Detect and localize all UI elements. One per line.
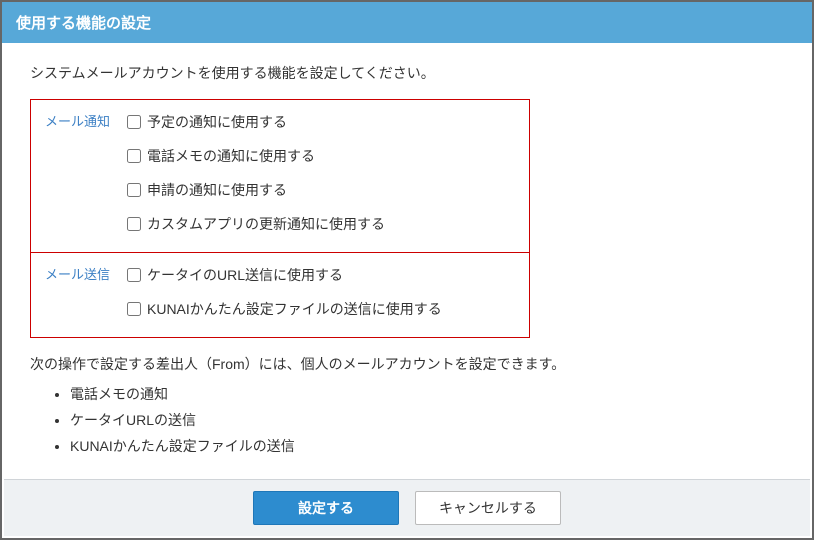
label-mail-notify: メール通知 [45,108,127,130]
panel-header: 使用する機能の設定 [2,2,812,43]
checkbox-keitai-url-send[interactable] [127,268,141,282]
panel-title: 使用する機能の設定 [16,15,151,32]
settings-box: メール通知 予定の通知に使用する 電話メモの通知に使用する 申請の通知に使用する [30,99,530,338]
option-kunai-file-send[interactable]: KUNAIかんたん設定ファイルの送信に使用する [127,299,517,319]
note-list: 電話メモの通知 ケータイURLの送信 KUNAIかんたん設定ファイルの送信 [70,384,784,456]
intro-text: システムメールアカウントを使用する機能を設定してください。 [30,63,784,83]
option-label: 予定の通知に使用する [147,112,287,132]
cancel-button[interactable]: キャンセルする [415,491,561,525]
option-label: 申請の通知に使用する [147,180,287,200]
option-custom-app-notify[interactable]: カスタムアプリの更新通知に使用する [127,214,517,234]
checkbox-phone-memo-notify[interactable] [127,149,141,163]
list-item: KUNAIかんたん設定ファイルの送信 [70,436,784,456]
settings-window: 使用する機能の設定 システムメールアカウントを使用する機能を設定してください。 … [0,0,814,540]
option-label: 電話メモの通知に使用する [147,146,315,166]
option-request-notify[interactable]: 申請の通知に使用する [127,180,517,200]
option-label: KUNAIかんたん設定ファイルの送信に使用する [147,299,442,319]
checkbox-custom-app-notify[interactable] [127,217,141,231]
checkbox-request-notify[interactable] [127,183,141,197]
list-item: ケータイURLの送信 [70,410,784,430]
note-text: 次の操作で設定する差出人（From）には、個人のメールアカウントを設定できます。 [30,354,784,374]
row-mail-notify: メール通知 予定の通知に使用する 電話メモの通知に使用する 申請の通知に使用する [31,100,529,252]
option-schedule-notify[interactable]: 予定の通知に使用する [127,112,517,132]
footer-bar: 設定する キャンセルする [4,479,810,536]
row-mail-send: メール送信 ケータイのURL送信に使用する KUNAIかんたん設定ファイルの送信… [31,252,529,337]
list-item: 電話メモの通知 [70,384,784,404]
options-mail-notify: 予定の通知に使用する 電話メモの通知に使用する 申請の通知に使用する カスタムア… [127,108,517,248]
label-mail-send: メール送信 [45,261,127,283]
checkbox-schedule-notify[interactable] [127,115,141,129]
panel-content: システムメールアカウントを使用する機能を設定してください。 メール通知 予定の通… [2,43,812,456]
checkbox-kunai-file-send[interactable] [127,302,141,316]
submit-button[interactable]: 設定する [253,491,399,525]
option-label: カスタムアプリの更新通知に使用する [147,214,385,234]
option-phone-memo-notify[interactable]: 電話メモの通知に使用する [127,146,517,166]
options-mail-send: ケータイのURL送信に使用する KUNAIかんたん設定ファイルの送信に使用する [127,261,517,333]
option-keitai-url-send[interactable]: ケータイのURL送信に使用する [127,265,517,285]
option-label: ケータイのURL送信に使用する [147,265,343,285]
